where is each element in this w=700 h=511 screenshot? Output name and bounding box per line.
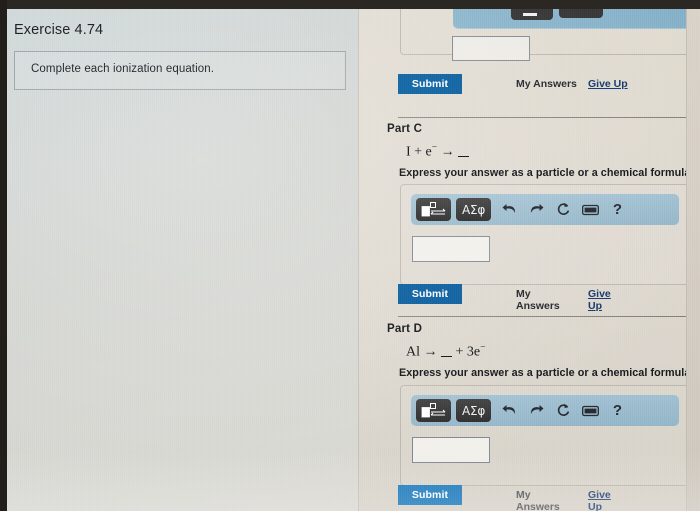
- part-d-give-up-link[interactable]: Give Up: [588, 489, 611, 511]
- part-d-answer-toolbar: ΑΣφ ?: [411, 395, 679, 426]
- part-b-answer-card: [400, 9, 700, 61]
- part-c-divider: [398, 117, 694, 118]
- page-title: Exercise 4.74: [14, 22, 104, 38]
- redo-icon[interactable]: [523, 198, 550, 221]
- undo-icon[interactable]: [496, 198, 523, 221]
- reset-circular-arrow-glyph: [557, 403, 570, 416]
- part-c-give-up-link[interactable]: Give Up: [588, 288, 611, 312]
- part-d-instruction: Express your answer as a particle or a c…: [399, 367, 691, 379]
- part-b-greek-button[interactable]: [559, 9, 603, 18]
- part-c-equation-arrow: →: [440, 144, 455, 160]
- undo-icon[interactable]: [496, 399, 523, 422]
- part-c-equation-lhs: I + e: [406, 144, 432, 160]
- part-c-electron-charge: −: [431, 143, 438, 153]
- part-c-label: Part C: [387, 123, 423, 135]
- part-c-submit-button[interactable]: Submit: [398, 284, 462, 304]
- redo-icon[interactable]: [523, 399, 550, 422]
- device-bezel-left: [0, 0, 7, 511]
- part-b-answer-input[interactable]: [452, 36, 530, 61]
- part-b-submit-button[interactable]: Submit: [398, 74, 462, 94]
- part-c-answer-toolbar: ΑΣφ ?: [411, 194, 679, 225]
- reset-circular-arrow-glyph: [557, 202, 570, 215]
- part-d-answer-input[interactable]: [412, 437, 490, 463]
- exercise-prompt-text: Complete each ionization equation.: [31, 63, 215, 75]
- part-c-instruction: Express your answer as a particle or a c…: [399, 167, 691, 179]
- keyboard-glyph: [582, 405, 599, 416]
- part-d-equation-lhs: Al: [406, 344, 420, 360]
- part-d-answer-card: ΑΣφ ?: [400, 385, 694, 486]
- part-d-equation-arrow: →: [423, 344, 438, 360]
- part-b-actions-row: Submit My Answers Give Up: [398, 74, 698, 96]
- part-c-my-answers-link[interactable]: My Answers: [516, 288, 560, 312]
- undo-arrow-glyph: [502, 405, 516, 414]
- undo-arrow-glyph: [502, 204, 516, 213]
- keyboard-icon[interactable]: [577, 399, 604, 422]
- part-b-give-up-link[interactable]: Give Up: [588, 78, 628, 90]
- part-c-answer-card: ΑΣφ ?: [400, 184, 694, 285]
- part-d-divider: [398, 316, 694, 317]
- photo-frame: Exercise 4.74 Complete each ionization e…: [0, 0, 700, 511]
- part-d-label: Part D: [387, 323, 423, 335]
- part-d-equation: Al → + 3e−: [406, 343, 485, 361]
- template-formula-icon: [421, 403, 445, 418]
- part-d-equation-rhs: + 3e: [455, 344, 481, 360]
- screen-surface: Exercise 4.74 Complete each ionization e…: [7, 9, 700, 511]
- reset-icon[interactable]: [550, 198, 577, 221]
- part-d-submit-button[interactable]: Submit: [398, 485, 462, 505]
- part-b-my-answers-link[interactable]: My Answers: [516, 78, 577, 90]
- part-b-template-button[interactable]: [511, 9, 553, 20]
- part-d-my-answers-link[interactable]: My Answers: [516, 489, 560, 511]
- part-d-electron-charge: −: [480, 343, 486, 353]
- parts-right-pane: Submit My Answers Give Up Part C I + e− …: [358, 9, 700, 511]
- device-bezel-top: [0, 0, 700, 9]
- help-icon[interactable]: ?: [604, 399, 631, 422]
- help-icon[interactable]: ?: [604, 198, 631, 221]
- greek-symbols-button[interactable]: ΑΣφ: [456, 198, 491, 221]
- reset-icon[interactable]: [550, 399, 577, 422]
- greek-symbols-button[interactable]: ΑΣφ: [456, 399, 491, 422]
- template-icon: [523, 13, 537, 16]
- exercise-left-pane: Exercise 4.74 Complete each ionization e…: [7, 9, 358, 511]
- redo-arrow-glyph: [530, 204, 544, 213]
- page-right-margin: [686, 9, 700, 511]
- exercise-prompt-box: Complete each ionization equation.: [14, 51, 346, 90]
- part-b-toolbar[interactable]: [453, 9, 700, 29]
- keyboard-icon[interactable]: [577, 198, 604, 221]
- keyboard-glyph: [582, 204, 599, 215]
- template-formula-button[interactable]: [416, 198, 451, 221]
- template-formula-icon: [421, 202, 445, 217]
- part-d-equation-blank: [441, 355, 452, 357]
- part-c-equation-blank: [458, 155, 470, 157]
- part-c-answer-input[interactable]: [412, 236, 490, 262]
- redo-arrow-glyph: [530, 405, 544, 414]
- template-formula-button[interactable]: [416, 399, 451, 422]
- part-c-equation: I + e− →: [406, 143, 470, 161]
